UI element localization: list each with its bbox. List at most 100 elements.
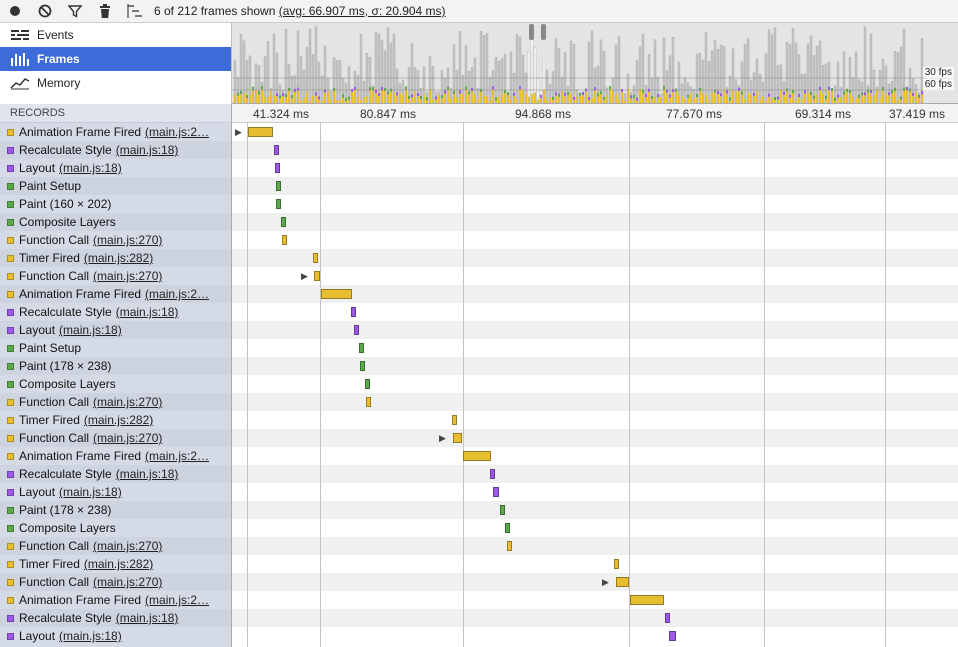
mode-frames[interactable]: Frames — [0, 47, 231, 71]
record-bar[interactable] — [616, 577, 629, 587]
record-bar[interactable] — [366, 397, 371, 407]
record-bar[interactable] — [351, 307, 356, 317]
record-bar[interactable] — [500, 505, 505, 515]
record-row[interactable]: Paint Setup — [0, 177, 231, 195]
record-row[interactable]: Function Call (main.js:270) — [0, 573, 231, 591]
record-source-link[interactable]: (main.js:270) — [93, 395, 162, 409]
record-bar[interactable] — [507, 541, 512, 551]
record-row[interactable]: Function Call (main.js:270) — [0, 231, 231, 249]
record-bar[interactable] — [669, 631, 676, 641]
mode-events[interactable]: Events — [0, 23, 231, 47]
record-source-link[interactable]: (main.js:2… — [145, 125, 209, 139]
record-row[interactable]: Layout (main.js:18) — [0, 483, 231, 501]
record-bar[interactable] — [490, 469, 495, 479]
record-bar[interactable] — [275, 163, 280, 173]
record-row[interactable]: Animation Frame Fired (main.js:2… — [0, 285, 231, 303]
record-row[interactable]: Paint (178 × 238) — [0, 501, 231, 519]
record-row[interactable]: Recalculate Style (main.js:18) — [0, 465, 231, 483]
record-row[interactable]: Composite Layers — [0, 519, 231, 537]
record-row[interactable]: Timer Fired (main.js:282) — [0, 555, 231, 573]
record-bar[interactable] — [313, 253, 318, 263]
record-source-link[interactable]: (main.js:2… — [145, 449, 209, 463]
record-bar[interactable] — [493, 487, 499, 497]
record-source-link[interactable]: (main.js:270) — [93, 539, 162, 553]
record-row[interactable]: Function Call (main.js:270) — [0, 429, 231, 447]
record-source-link[interactable]: (main.js:270) — [93, 575, 162, 589]
record-source-link[interactable]: (main.js:282) — [84, 413, 153, 427]
record-bar[interactable] — [274, 145, 279, 155]
record-bar[interactable] — [505, 523, 510, 533]
overview-window-right-handle[interactable] — [541, 24, 546, 40]
record-bar[interactable] — [354, 325, 359, 335]
record-bar[interactable] — [314, 271, 320, 281]
expand-arrow-icon[interactable]: ▶ — [301, 271, 308, 282]
record-row[interactable]: Paint Setup — [0, 339, 231, 357]
mode-memory[interactable]: Memory — [0, 71, 231, 95]
overview-render-segment — [318, 96, 320, 100]
clear-button[interactable] — [30, 0, 60, 22]
record-source-link[interactable]: (main.js:18) — [116, 467, 179, 481]
record-row[interactable]: Layout (main.js:18) — [0, 321, 231, 339]
record-source-link[interactable]: (main.js:270) — [93, 431, 162, 445]
record-source-link[interactable]: (main.js:2… — [145, 287, 209, 301]
record-row[interactable]: Composite Layers — [0, 375, 231, 393]
record-row[interactable]: Function Call (main.js:270) — [0, 393, 231, 411]
record-source-link[interactable]: (main.js:270) — [93, 233, 162, 247]
record-bar[interactable] — [360, 361, 365, 371]
record-bar[interactable] — [365, 379, 370, 389]
overview-window-left-handle[interactable] — [529, 24, 534, 40]
record-button[interactable] — [0, 0, 30, 22]
frames-overview[interactable]: 30 fps 60 fps — [232, 23, 958, 104]
record-bar[interactable] — [453, 433, 462, 443]
record-bar[interactable] — [281, 217, 286, 227]
overview-render-segment — [594, 87, 596, 91]
overview-scripting-segment — [270, 89, 272, 103]
record-source-link[interactable]: (main.js:282) — [84, 251, 153, 265]
record-row[interactable]: Animation Frame Fired (main.js:2… — [0, 447, 231, 465]
overview-scripting-segment — [498, 97, 500, 103]
overview-scripting-segment — [459, 93, 461, 103]
record-source-link[interactable]: (main.js:282) — [84, 557, 153, 571]
expand-arrow-icon[interactable]: ▶ — [235, 127, 242, 138]
record-source-link[interactable]: (main.js:18) — [116, 611, 179, 625]
record-bar[interactable] — [452, 415, 457, 425]
record-row[interactable]: Timer Fired (main.js:282) — [0, 411, 231, 429]
record-bar[interactable] — [665, 613, 670, 623]
record-bar[interactable] — [614, 559, 619, 569]
record-source-link[interactable]: (main.js:18) — [59, 323, 122, 337]
record-bar[interactable] — [248, 127, 273, 137]
garbage-collect-button[interactable] — [90, 0, 120, 22]
record-row[interactable]: Animation Frame Fired (main.js:2… — [0, 591, 231, 609]
record-bar[interactable] — [321, 289, 352, 299]
record-source-link[interactable]: (main.js:18) — [59, 485, 122, 499]
record-row[interactable]: Animation Frame Fired (main.js:2… — [0, 123, 231, 141]
record-row[interactable]: Function Call (main.js:270) — [0, 537, 231, 555]
record-row[interactable]: Recalculate Style (main.js:18) — [0, 609, 231, 627]
record-bar[interactable] — [630, 595, 664, 605]
record-row[interactable]: Timer Fired (main.js:282) — [0, 249, 231, 267]
record-bar[interactable] — [359, 343, 364, 353]
record-row[interactable]: Layout (main.js:18) — [0, 627, 231, 645]
record-bar[interactable] — [276, 181, 281, 191]
record-bar[interactable] — [282, 235, 287, 245]
record-row[interactable]: Function Call (main.js:270) — [0, 267, 231, 285]
record-source-link[interactable]: (main.js:18) — [116, 305, 179, 319]
record-row[interactable]: Layout (main.js:18) — [0, 159, 231, 177]
record-source-link[interactable]: (main.js:270) — [93, 269, 162, 283]
record-source-link[interactable]: (main.js:18) — [59, 629, 122, 643]
expand-arrow-icon[interactable]: ▶ — [439, 433, 446, 444]
filter-button[interactable] — [60, 0, 90, 22]
record-row[interactable]: Composite Layers — [0, 213, 231, 231]
record-source-link[interactable]: (main.js:18) — [116, 143, 179, 157]
record-source-link[interactable]: (main.js:18) — [59, 161, 122, 175]
record-row[interactable]: Paint (160 × 202) — [0, 195, 231, 213]
record-source-link[interactable]: (main.js:2… — [145, 593, 209, 607]
expand-arrow-icon[interactable]: ▶ — [602, 577, 609, 588]
record-bar[interactable] — [276, 199, 281, 209]
glue-records-button[interactable] — [120, 0, 150, 22]
record-bar[interactable] — [463, 451, 491, 461]
record-row[interactable]: Recalculate Style (main.js:18) — [0, 303, 231, 321]
status-average-link[interactable]: (avg: 66.907 ms, σ: 20.904 ms) — [279, 4, 446, 18]
record-row[interactable]: Recalculate Style (main.js:18) — [0, 141, 231, 159]
record-row[interactable]: Paint (178 × 238) — [0, 357, 231, 375]
